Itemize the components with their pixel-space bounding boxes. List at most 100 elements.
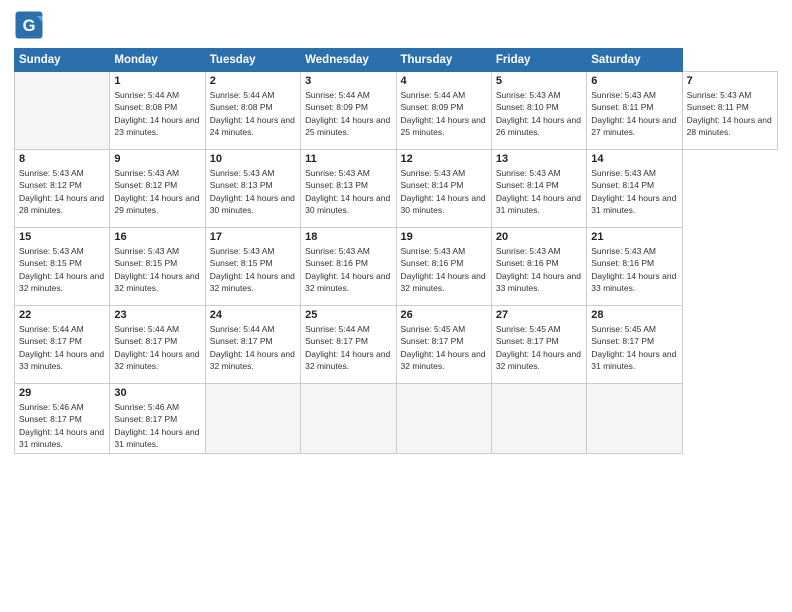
day-cell: 22Sunrise: 5:44 AMSunset: 8:17 PMDayligh… [15, 306, 110, 384]
logo-icon: G [14, 10, 44, 40]
logo: G [14, 10, 48, 40]
day-info: Sunrise: 5:45 AMSunset: 8:17 PMDaylight:… [496, 323, 582, 372]
day-number: 24 [210, 309, 296, 321]
weekday-header-saturday: Saturday [587, 49, 682, 72]
day-number: 12 [401, 153, 487, 165]
day-info: Sunrise: 5:44 AMSunset: 8:17 PMDaylight:… [19, 323, 105, 372]
day-number: 15 [19, 231, 105, 243]
day-info: Sunrise: 5:44 AMSunset: 8:17 PMDaylight:… [305, 323, 391, 372]
day-number: 8 [19, 153, 105, 165]
day-cell [205, 384, 300, 454]
weekday-header-tuesday: Tuesday [205, 49, 300, 72]
day-number: 10 [210, 153, 296, 165]
day-cell: 16 Sunrise: 5:43 AMSunset: 8:15 PMDayligh… [110, 228, 205, 306]
day-cell: 25 Sunrise: 5:44 AMSunset: 8:17 PMDayligh… [301, 306, 396, 384]
day-info: Sunrise: 5:43 AMSunset: 8:16 PMDaylight:… [591, 245, 677, 294]
day-cell: 29Sunrise: 5:46 AMSunset: 8:17 PMDayligh… [15, 384, 110, 454]
day-number: 27 [496, 309, 582, 321]
day-cell [587, 384, 682, 454]
calendar-table: SundayMondayTuesdayWednesdayThursdayFrid… [14, 48, 778, 454]
day-info: Sunrise: 5:44 AMSunset: 8:09 PMDaylight:… [401, 89, 487, 138]
day-cell: 8Sunrise: 5:43 AMSunset: 8:12 PMDaylight… [15, 150, 110, 228]
day-number: 4 [401, 75, 487, 87]
day-number: 13 [496, 153, 582, 165]
day-info: Sunrise: 5:45 AMSunset: 8:17 PMDaylight:… [591, 323, 677, 372]
day-cell [491, 384, 586, 454]
day-info: Sunrise: 5:43 AMSunset: 8:10 PMDaylight:… [496, 89, 582, 138]
day-number: 21 [591, 231, 677, 243]
weekday-header-wednesday: Wednesday [301, 49, 396, 72]
weekday-header-row: SundayMondayTuesdayWednesdayThursdayFrid… [15, 49, 778, 72]
day-cell [396, 384, 491, 454]
day-cell: 24Sunrise: 5:44 AMSunset: 8:17 PMDayligh… [205, 306, 300, 384]
day-cell: 27 Sunrise: 5:45 AMSunset: 8:17 PMDayligh… [491, 306, 586, 384]
day-number: 1 [114, 75, 200, 87]
day-info: Sunrise: 5:43 AMSunset: 8:16 PMDaylight:… [305, 245, 391, 294]
day-number: 17 [210, 231, 296, 243]
week-row-0: 1 Sunrise: 5:44 AMSunset: 8:08 PMDaylight… [15, 72, 778, 150]
day-cell: 3 Sunrise: 5:44 AMSunset: 8:09 PMDaylight… [301, 72, 396, 150]
day-cell [301, 384, 396, 454]
day-cell: 12 Sunrise: 5:43 AMSunset: 8:14 PMDayligh… [396, 150, 491, 228]
day-info: Sunrise: 5:43 AMSunset: 8:16 PMDaylight:… [496, 245, 582, 294]
day-info: Sunrise: 5:43 AMSunset: 8:11 PMDaylight:… [687, 89, 773, 138]
svg-text:G: G [23, 17, 36, 35]
day-number: 23 [114, 309, 200, 321]
day-info: Sunrise: 5:43 AMSunset: 8:14 PMDaylight:… [401, 167, 487, 216]
day-info: Sunrise: 5:44 AMSunset: 8:17 PMDaylight:… [114, 323, 200, 372]
week-row-1: 8 Sunrise: 5:43 AMSunset: 8:12 PMDaylight… [15, 150, 778, 228]
day-number: 20 [496, 231, 582, 243]
day-number: 6 [591, 75, 677, 87]
day-info: Sunrise: 5:43 AMSunset: 8:11 PMDaylight:… [591, 89, 677, 138]
empty-cell [15, 72, 110, 150]
day-info: Sunrise: 5:43 AMSunset: 8:14 PMDaylight:… [591, 167, 677, 216]
day-cell: 28Sunrise: 5:45 AMSunset: 8:17 PMDayligh… [587, 306, 682, 384]
day-number: 14 [591, 153, 677, 165]
day-cell: 26Sunrise: 5:45 AMSunset: 8:17 PMDayligh… [396, 306, 491, 384]
day-number: 19 [401, 231, 487, 243]
day-cell: 20 Sunrise: 5:43 AMSunset: 8:16 PMDayligh… [491, 228, 586, 306]
day-cell: 7 Sunrise: 5:43 AMSunset: 8:11 PMDaylight… [682, 72, 777, 150]
day-cell: 19 Sunrise: 5:43 AMSunset: 8:16 PMDayligh… [396, 228, 491, 306]
day-info: Sunrise: 5:44 AMSunset: 8:08 PMDaylight:… [210, 89, 296, 138]
day-info: Sunrise: 5:43 AMSunset: 8:15 PMDaylight:… [114, 245, 200, 294]
day-number: 30 [114, 387, 200, 399]
day-cell: 14 Sunrise: 5:43 AMSunset: 8:14 PMDayligh… [587, 150, 682, 228]
calendar-page: G SundayMondayTuesdayWednesdayThursdayFr… [0, 0, 792, 612]
day-cell: 30Sunrise: 5:46 AMSunset: 8:17 PMDayligh… [110, 384, 205, 454]
day-number: 5 [496, 75, 582, 87]
day-number: 2 [210, 75, 296, 87]
day-number: 25 [305, 309, 391, 321]
day-cell: 13 Sunrise: 5:43 AMSunset: 8:14 PMDayligh… [491, 150, 586, 228]
day-cell: 17 Sunrise: 5:43 AMSunset: 8:15 PMDayligh… [205, 228, 300, 306]
week-row-2: 15 Sunrise: 5:43 AMSunset: 8:15 PMDayligh… [15, 228, 778, 306]
day-number: 16 [114, 231, 200, 243]
day-cell: 23 Sunrise: 5:44 AMSunset: 8:17 PMDayligh… [110, 306, 205, 384]
day-number: 3 [305, 75, 391, 87]
day-number: 29 [19, 387, 105, 399]
day-info: Sunrise: 5:43 AMSunset: 8:15 PMDaylight:… [210, 245, 296, 294]
weekday-header-monday: Monday [110, 49, 205, 72]
day-cell: 6 Sunrise: 5:43 AMSunset: 8:11 PMDaylight… [587, 72, 682, 150]
day-info: Sunrise: 5:44 AMSunset: 8:08 PMDaylight:… [114, 89, 200, 138]
day-cell: 9 Sunrise: 5:43 AMSunset: 8:12 PMDaylight… [110, 150, 205, 228]
week-row-3: 22Sunrise: 5:44 AMSunset: 8:17 PMDayligh… [15, 306, 778, 384]
day-cell: 15 Sunrise: 5:43 AMSunset: 8:15 PMDayligh… [15, 228, 110, 306]
day-info: Sunrise: 5:44 AMSunset: 8:09 PMDaylight:… [305, 89, 391, 138]
day-cell: 10Sunrise: 5:43 AMSunset: 8:13 PMDayligh… [205, 150, 300, 228]
day-cell: 21 Sunrise: 5:43 AMSunset: 8:16 PMDayligh… [587, 228, 682, 306]
day-info: Sunrise: 5:43 AMSunset: 8:14 PMDaylight:… [496, 167, 582, 216]
day-info: Sunrise: 5:43 AMSunset: 8:15 PMDaylight:… [19, 245, 105, 294]
weekday-header-sunday: Sunday [15, 49, 110, 72]
day-number: 9 [114, 153, 200, 165]
day-info: Sunrise: 5:43 AMSunset: 8:16 PMDaylight:… [401, 245, 487, 294]
day-info: Sunrise: 5:43 AMSunset: 8:12 PMDaylight:… [114, 167, 200, 216]
weekday-header-friday: Friday [491, 49, 586, 72]
day-number: 18 [305, 231, 391, 243]
calendar-body: 1 Sunrise: 5:44 AMSunset: 8:08 PMDaylight… [15, 72, 778, 454]
day-cell: 2 Sunrise: 5:44 AMSunset: 8:08 PMDaylight… [205, 72, 300, 150]
week-row-4: 29Sunrise: 5:46 AMSunset: 8:17 PMDayligh… [15, 384, 778, 454]
day-cell: 5 Sunrise: 5:43 AMSunset: 8:10 PMDaylight… [491, 72, 586, 150]
day-info: Sunrise: 5:45 AMSunset: 8:17 PMDaylight:… [401, 323, 487, 372]
day-number: 7 [687, 75, 773, 87]
